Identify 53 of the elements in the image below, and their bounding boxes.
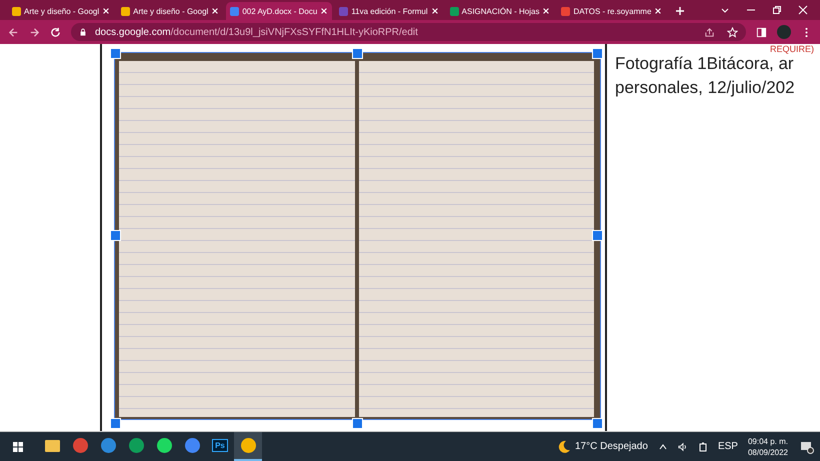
forward-icon[interactable] xyxy=(29,26,40,38)
photo-placeholder[interactable] xyxy=(114,52,601,420)
resize-handle[interactable] xyxy=(110,418,121,429)
browser-tab[interactable]: DATOS - re.soyamme xyxy=(557,2,666,20)
caption-text: personales, 12/julio/202 xyxy=(615,77,796,99)
date-text[interactable]: 08/09/2022 xyxy=(748,446,788,458)
tab-favicon-icon xyxy=(450,6,459,16)
resize-handle[interactable] xyxy=(592,48,603,59)
lock-icon xyxy=(79,28,87,36)
close-icon[interactable] xyxy=(320,7,328,15)
resize-handle[interactable] xyxy=(110,230,121,241)
moon-icon[interactable] xyxy=(557,440,571,454)
sidebar-icon[interactable] xyxy=(756,26,767,38)
tab-favicon-icon xyxy=(561,6,570,16)
new-tab-icon[interactable] xyxy=(675,6,686,16)
restore-icon[interactable] xyxy=(772,5,782,15)
close-icon[interactable] xyxy=(430,7,439,15)
chevron-up-icon[interactable] xyxy=(658,442,668,452)
share-icon[interactable] xyxy=(704,26,715,38)
resize-handle[interactable] xyxy=(592,418,603,429)
speaker-icon[interactable] xyxy=(678,442,688,452)
taskbar-app-button[interactable]: Ps xyxy=(206,432,234,461)
close-icon[interactable] xyxy=(211,7,220,15)
reload-icon[interactable] xyxy=(50,26,61,38)
resize-handle[interactable] xyxy=(352,418,363,429)
close-icon[interactable] xyxy=(542,7,550,15)
battery-icon[interactable] xyxy=(698,442,708,452)
browser-tab[interactable]: Arte y diseño - Googl xyxy=(8,2,114,20)
header-text: REQUIRE) xyxy=(770,44,814,54)
browser-tab[interactable]: 002 AyD.docx - Docu xyxy=(226,2,332,20)
caption-text: Fotografía 1Bitácora, ar xyxy=(615,54,795,75)
notification-icon[interactable] xyxy=(800,440,814,454)
address-field[interactable]: docs.google.com/document/d/13u9l_jsiVNjFXsSYFfN1HLIt-yKioRPR/edit xyxy=(71,23,746,41)
tab-favicon-icon xyxy=(339,6,348,16)
resize-handle[interactable] xyxy=(352,48,363,59)
weather-text[interactable]: 17°C Despejado xyxy=(575,441,648,452)
back-icon[interactable] xyxy=(8,26,19,38)
windows-start-icon[interactable] xyxy=(12,440,24,452)
close-icon[interactable] xyxy=(654,7,662,15)
browser-tab[interactable]: Arte y diseño - Googl xyxy=(117,2,224,20)
language-text[interactable]: ESP xyxy=(718,441,738,452)
browser-tab[interactable]: 11va edición - Formul xyxy=(335,2,443,20)
tab-favicon-icon xyxy=(121,6,130,16)
taskbar-app-button[interactable] xyxy=(234,432,262,461)
star-icon[interactable] xyxy=(727,26,738,38)
browser-tab[interactable]: ASIGNACIÓN - Hojas xyxy=(446,2,554,20)
tab-favicon-icon xyxy=(12,6,21,16)
tab-favicon-icon xyxy=(230,6,240,16)
resize-handle[interactable] xyxy=(592,230,603,241)
resize-handle[interactable] xyxy=(110,48,121,59)
close-icon[interactable] xyxy=(798,5,808,15)
time-text[interactable]: 09:04 p. m. xyxy=(748,436,788,446)
close-icon[interactable] xyxy=(102,7,110,15)
